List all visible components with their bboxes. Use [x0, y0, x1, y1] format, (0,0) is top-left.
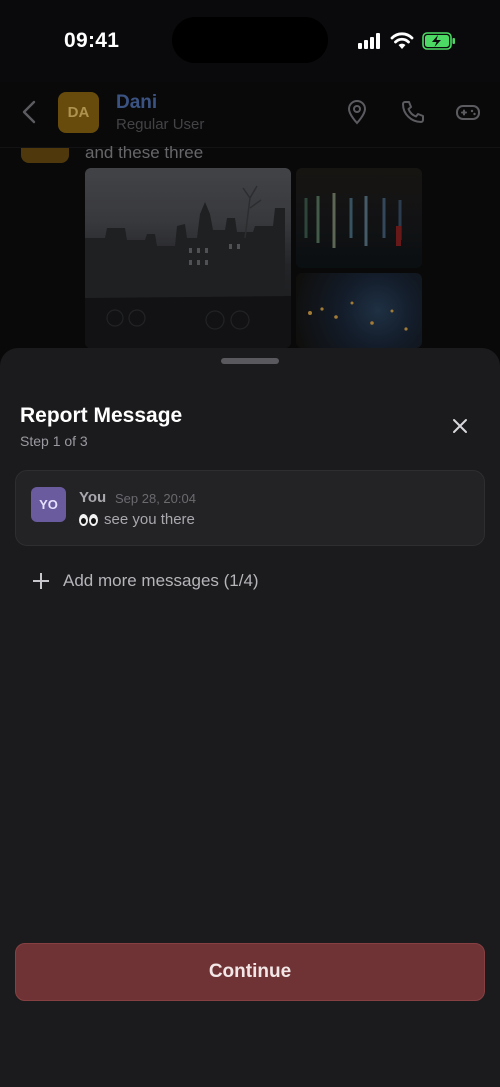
close-button[interactable]: [446, 412, 474, 440]
message-author: You: [79, 489, 107, 506]
continue-button[interactable]: Continue: [15, 943, 485, 1001]
reported-message-card[interactable]: YO You Sep 28, 20:04 see you there: [15, 470, 485, 546]
eyes-emoji-icon: [79, 513, 98, 526]
status-time: 09:41: [64, 29, 120, 52]
step-indicator: Step 1 of 3: [20, 433, 88, 449]
cellular-signal-icon: [358, 33, 383, 49]
message-text: see you there: [104, 511, 195, 528]
message-body: see you there: [79, 511, 195, 528]
dynamic-island: [172, 17, 328, 63]
add-more-messages-button[interactable]: Add more messages (1/4): [33, 570, 259, 592]
sheet-drag-handle[interactable]: [221, 358, 279, 364]
status-bar: 09:41: [0, 0, 500, 82]
add-more-messages-label: Add more messages (1/4): [63, 571, 259, 590]
message-timestamp: Sep 28, 20:04: [115, 491, 196, 506]
wifi-icon: [390, 32, 414, 49]
author-avatar: YO: [31, 487, 66, 522]
sheet-title: Report Message: [20, 404, 183, 427]
close-icon: [453, 419, 467, 433]
report-message-sheet: Report Message Step 1 of 3 YO You Sep 28…: [0, 348, 500, 1087]
plus-icon: [33, 573, 49, 589]
battery-charging-icon: [422, 32, 455, 50]
